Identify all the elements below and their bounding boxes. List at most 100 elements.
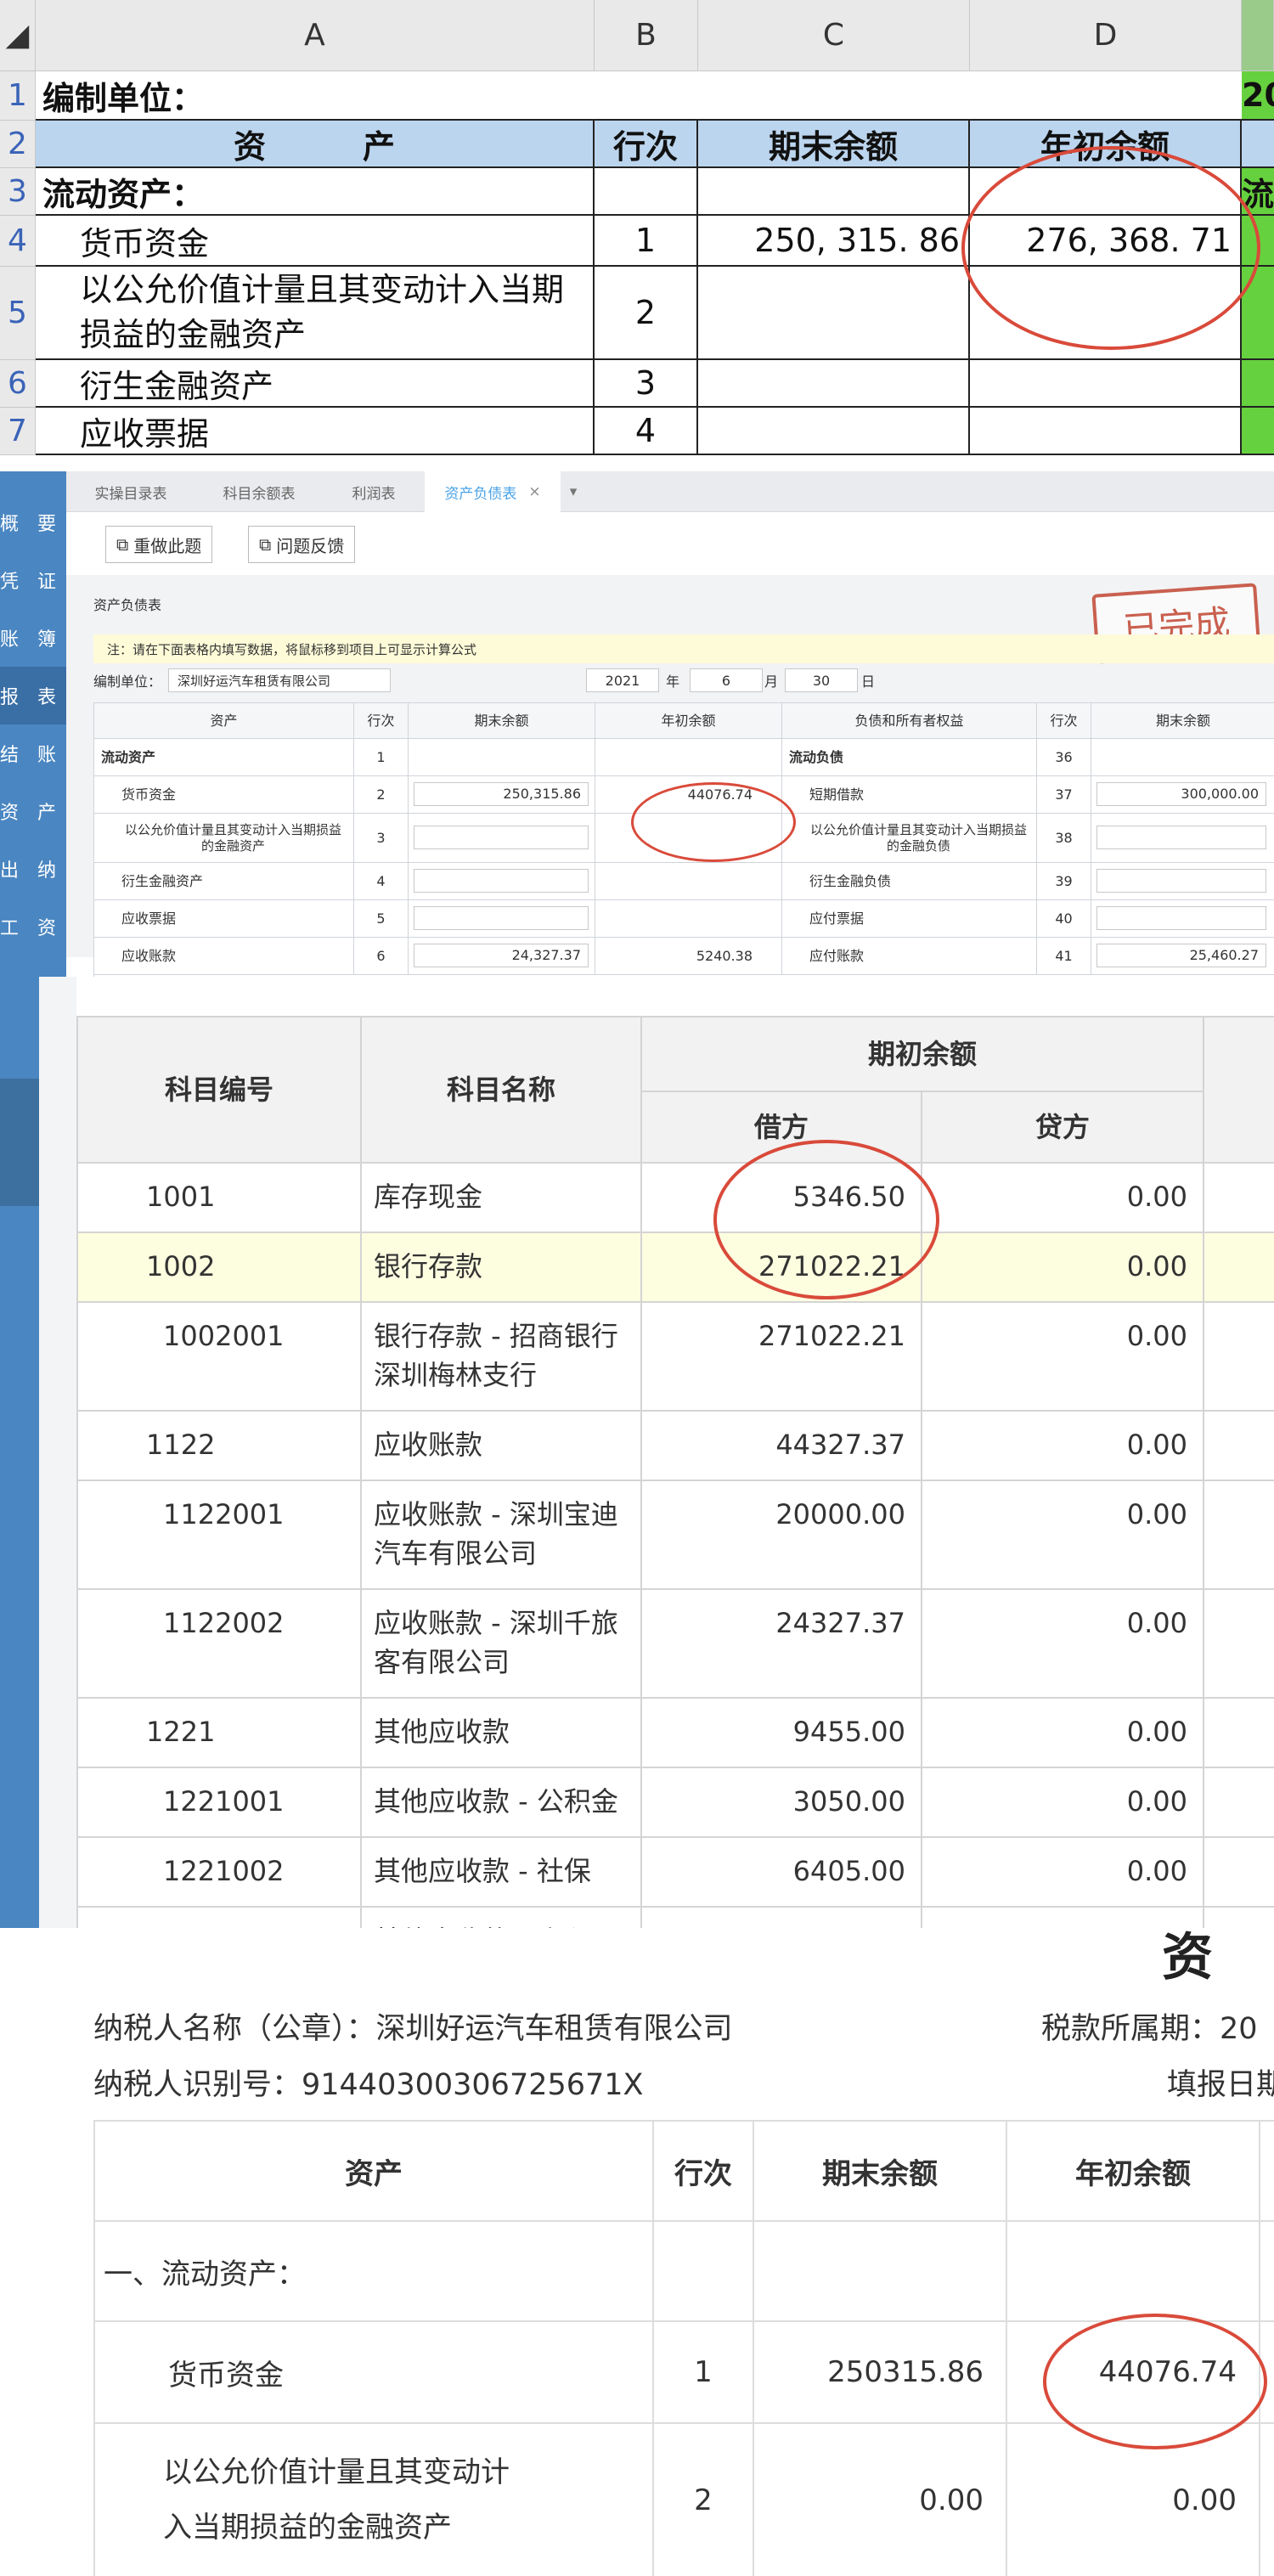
row-number[interactable]: 1 xyxy=(0,71,36,121)
row-line[interactable]: 1 xyxy=(595,216,698,267)
tax-form-section: 资 纳税人名称（公章）：深圳好运汽车租赁有限公司 税款所属期：20 纳税人识别号… xyxy=(0,1928,1274,2576)
line-header[interactable]: 行次 xyxy=(595,121,698,168)
row-number[interactable]: 4 xyxy=(0,216,36,267)
account-name: 其他应收款 - 公积金 xyxy=(362,1768,642,1838)
tab-practice-index[interactable]: 实操目录表 xyxy=(81,471,181,512)
next-column-cell xyxy=(1204,1481,1274,1590)
end-balance-input[interactable] xyxy=(414,906,589,930)
account-code: 1002001 xyxy=(78,1303,362,1412)
edge-cell[interactable] xyxy=(1242,121,1274,168)
grid-header: 行次 xyxy=(354,703,409,739)
row-name[interactable]: 衍生金融资产 xyxy=(36,360,595,408)
row-number[interactable]: 3 xyxy=(0,168,36,216)
edge-cell[interactable] xyxy=(1242,408,1274,455)
month-input[interactable]: 6 xyxy=(690,668,763,692)
grid-line: 2 xyxy=(354,776,409,814)
grid-end-cell xyxy=(1091,814,1274,863)
redo-button[interactable]: ⧉ 重做此题 xyxy=(105,526,213,563)
sidebar-item-ledgers[interactable]: 账 簿 xyxy=(0,609,66,667)
chevron-down-icon[interactable]: ▾ xyxy=(561,471,586,512)
end-balance-input[interactable] xyxy=(414,869,589,893)
row-line[interactable]: 4 xyxy=(595,408,698,455)
tab-balance-sheet[interactable]: 资产负债表 × xyxy=(425,471,561,512)
edge-cell[interactable] xyxy=(1242,267,1274,360)
tab-account-balance[interactable]: 科目余额表 xyxy=(209,471,309,512)
sidebar-item-reports[interactable]: 报 表 xyxy=(0,667,66,724)
grid-line: 37 xyxy=(1037,776,1091,814)
col-header-a[interactable]: A xyxy=(36,0,595,71)
cell[interactable] xyxy=(698,168,970,216)
next-column-cell xyxy=(1204,1164,1274,1233)
cut-col xyxy=(1260,2322,1274,2424)
feedback-button[interactable]: ⧉ 问题反馈 xyxy=(248,526,356,563)
row-begin[interactable] xyxy=(970,267,1242,360)
day-label: 日 xyxy=(861,674,876,690)
cell xyxy=(1007,2222,1260,2322)
cell xyxy=(754,2222,1007,2322)
edge-cell[interactable]: 流 xyxy=(1242,168,1274,216)
sidebar-item-closing[interactable]: 结 账 xyxy=(0,724,66,782)
unit-label[interactable]: 编制单位： xyxy=(36,71,1242,121)
sidebar-item-payroll[interactable]: 工 资 xyxy=(0,898,66,955)
cell[interactable] xyxy=(970,168,1242,216)
sidebar-item-cashier[interactable]: 出 纳 xyxy=(0,840,66,898)
sidebar-item-assets[interactable]: 资 产 xyxy=(0,782,66,840)
asset-header[interactable]: 资 产 xyxy=(36,121,595,168)
row-begin[interactable] xyxy=(970,408,1242,455)
end-balance-input[interactable] xyxy=(1096,906,1266,930)
row-end[interactable] xyxy=(698,408,970,455)
tab-income-statement[interactable]: 利润表 xyxy=(335,471,412,512)
begin-balance-header[interactable]: 年初余额 xyxy=(970,121,1242,168)
row-line[interactable]: 2 xyxy=(595,267,698,360)
cell[interactable] xyxy=(595,168,698,216)
row-end[interactable] xyxy=(698,360,970,408)
end-balance-input[interactable]: 24,327.37 xyxy=(414,944,589,967)
row-name[interactable]: 货币资金 xyxy=(36,216,595,267)
edge-cell[interactable] xyxy=(1242,360,1274,408)
row-begin[interactable] xyxy=(970,360,1242,408)
row-begin[interactable]: 276, 368. 71 xyxy=(970,216,1242,267)
row-number[interactable]: 2 xyxy=(0,121,36,168)
edge-cell[interactable]: 20 xyxy=(1242,71,1274,121)
end-balance-header[interactable]: 期末余额 xyxy=(698,121,970,168)
grid-begin: 44076.74 xyxy=(595,776,782,814)
note-text: 注：请在下面表格内填写数据，将鼠标移到项目上可显示计算公式 xyxy=(107,641,477,657)
row-name[interactable]: 应收票据 xyxy=(36,408,595,455)
row-number[interactable]: 6 xyxy=(0,360,36,408)
debit-value: 6405.00 xyxy=(642,1838,922,1908)
close-icon[interactable]: × xyxy=(528,483,540,500)
grid-begin xyxy=(595,900,782,938)
credit-value: 0.00 xyxy=(922,1699,1204,1768)
row-line: 1 xyxy=(654,2322,754,2424)
sidebar-item-vouchers[interactable]: 凭 证 xyxy=(0,551,66,609)
current-assets-label[interactable]: 流动资产： xyxy=(36,168,595,216)
end-balance-input[interactable]: 300,000.00 xyxy=(1096,782,1266,806)
row-line[interactable]: 3 xyxy=(595,360,698,408)
col-header-e[interactable] xyxy=(1242,0,1274,71)
credit-value: 0.00 xyxy=(922,1412,1204,1481)
row-name: 以公允价值计量且其变动计 入当期损益的金融资产 xyxy=(95,2424,654,2576)
end-balance-input[interactable] xyxy=(1096,826,1266,849)
day-input[interactable]: 30 xyxy=(785,668,858,692)
row-end[interactable]: 250, 315. 86 xyxy=(698,216,970,267)
col-header-d[interactable]: D xyxy=(970,0,1242,71)
row-name[interactable]: 以公允价值计量且其变动计入当期损益的金融资产 xyxy=(36,267,595,360)
cut-col xyxy=(1260,2122,1274,2222)
edge-cell[interactable] xyxy=(1242,216,1274,267)
row-line: 2 xyxy=(654,2424,754,2576)
end-balance-input[interactable]: 250,315.86 xyxy=(414,782,589,806)
row-number[interactable]: 7 xyxy=(0,408,36,455)
sidebar-item-overview[interactable]: 概 要 xyxy=(0,493,66,551)
row-number[interactable]: 5 xyxy=(0,267,36,360)
col-header-c[interactable]: C xyxy=(698,0,970,71)
account-code: 1122001 xyxy=(78,1481,362,1590)
end-balance-input[interactable] xyxy=(1096,869,1266,893)
year-input[interactable]: 2021 xyxy=(586,668,659,692)
corner-cell[interactable]: ◢ xyxy=(0,0,36,71)
row-end[interactable] xyxy=(698,267,970,360)
end-balance-input[interactable]: 25,460.27 xyxy=(1096,944,1266,967)
col-header-b[interactable]: B xyxy=(595,0,698,71)
end-balance-input[interactable] xyxy=(414,826,589,849)
grid-header: 期末余额 xyxy=(409,703,595,739)
unit-input[interactable]: 深圳好运汽车租赁有限公司 xyxy=(168,668,391,692)
